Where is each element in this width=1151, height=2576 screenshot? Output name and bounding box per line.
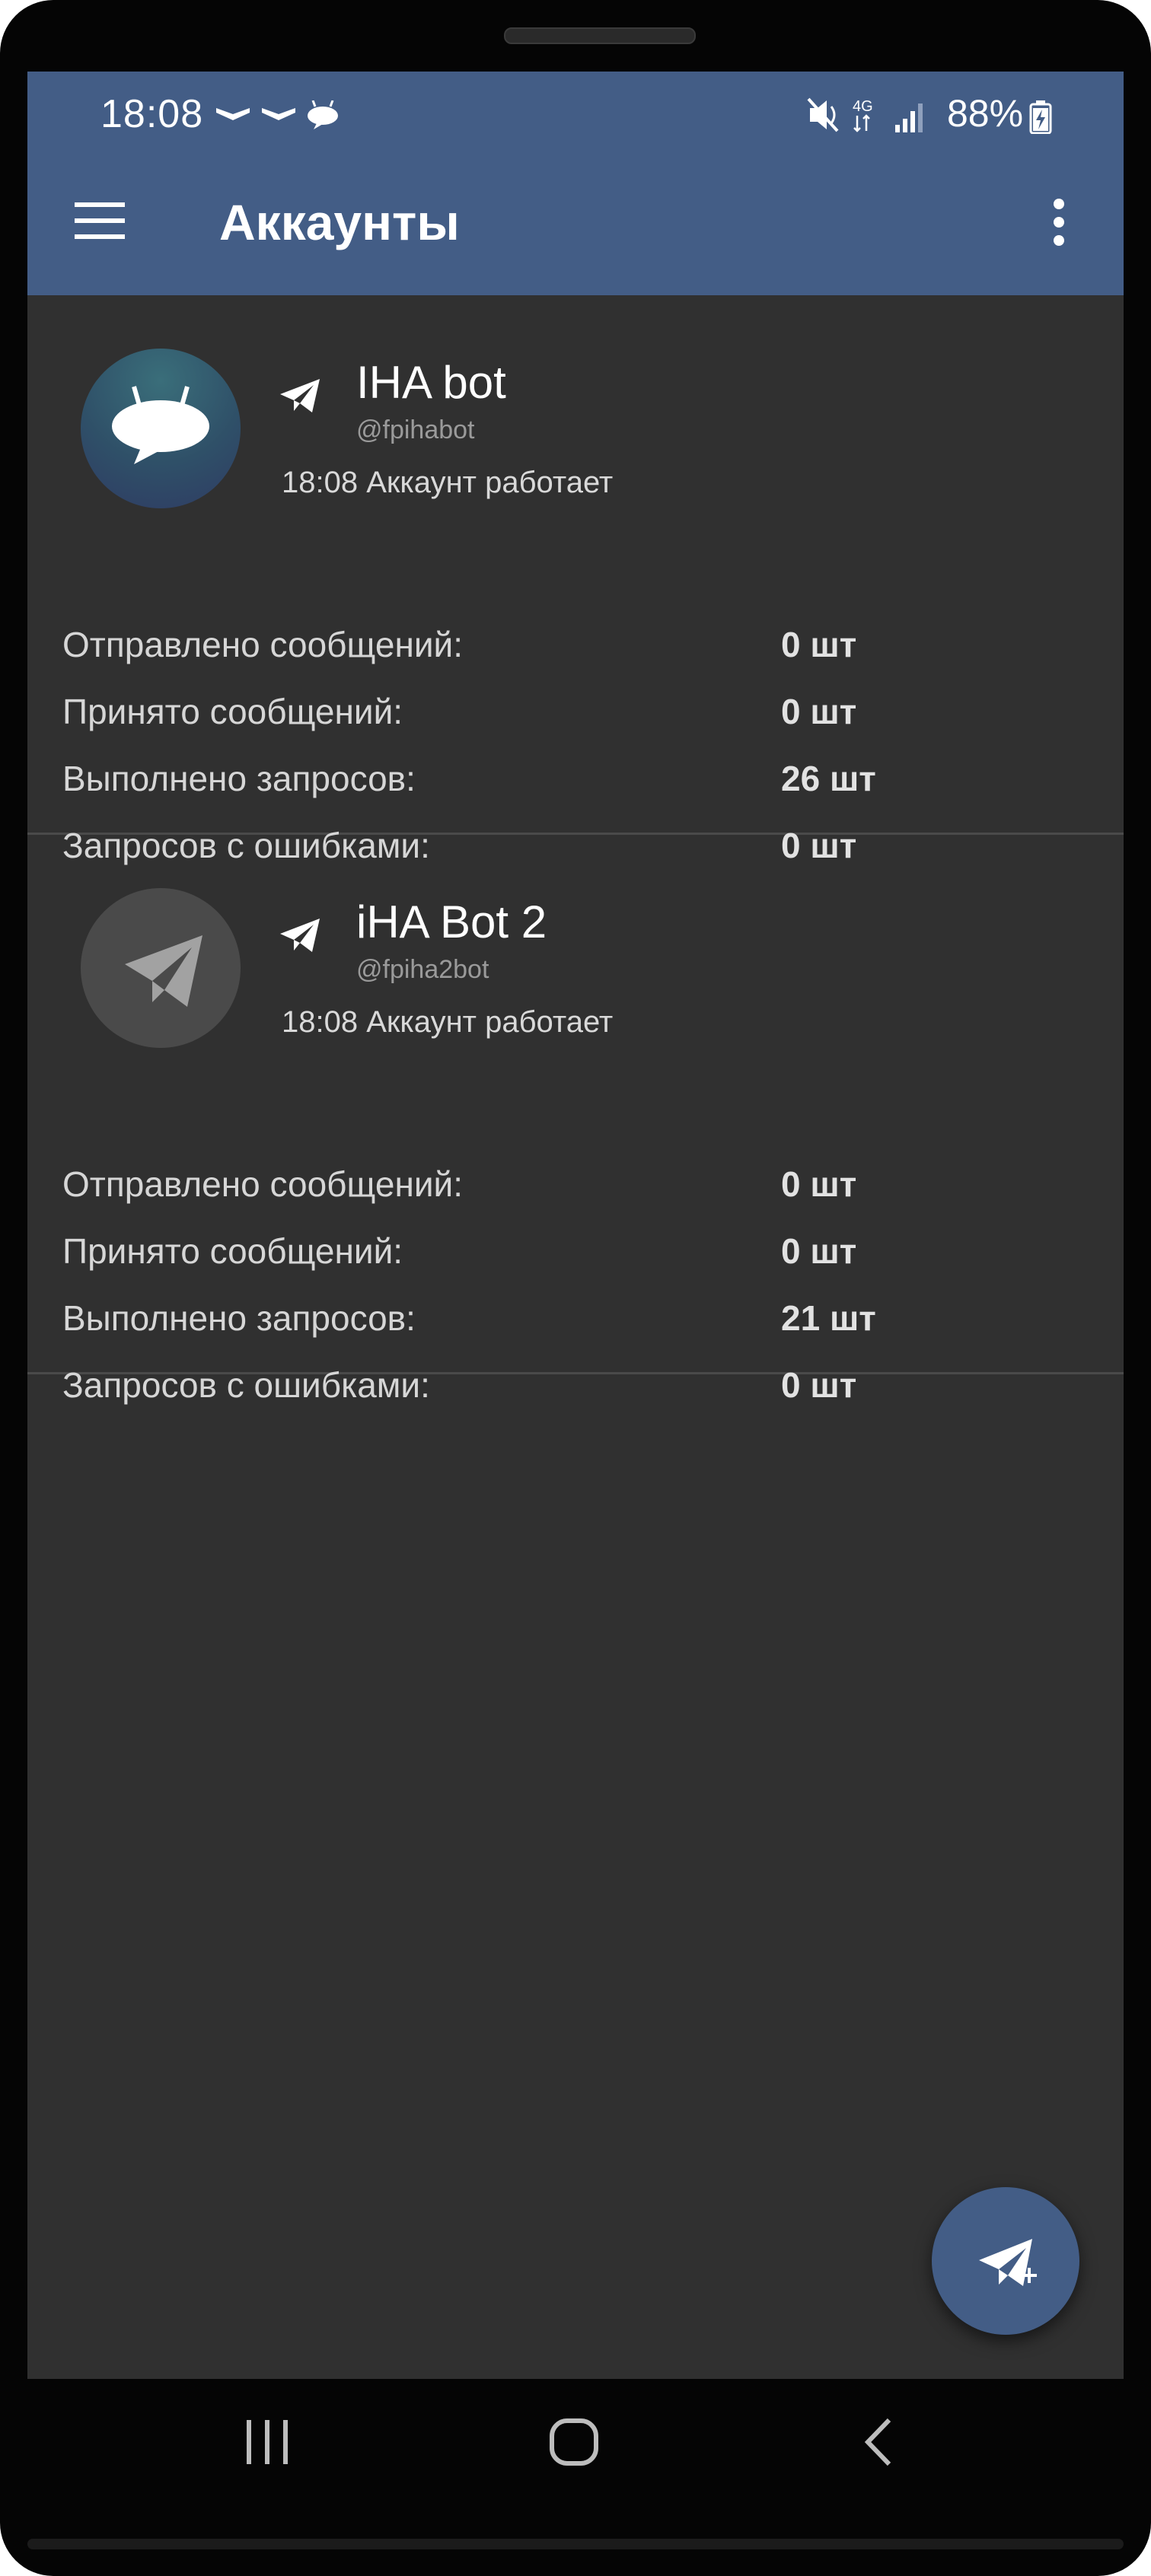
stat-received-label: Принято сообщений: <box>62 1231 403 1271</box>
recents-icon[interactable] <box>242 2417 292 2467</box>
signal-icon <box>895 103 923 132</box>
status-time: 18:08 <box>100 92 204 136</box>
device-bottom-edge <box>27 2539 1124 2549</box>
more-vert-icon[interactable] <box>1047 198 1070 247</box>
account-avatar <box>81 888 241 1048</box>
stat-received-label: Принято сообщений: <box>62 692 403 731</box>
stat-sent-label: Отправлено сообщений: <box>62 625 464 664</box>
stat-received-value: 0 шт <box>781 1231 857 1271</box>
account-card[interactable]: IHA bot @fpihabot 18:08 Аккаунт работает… <box>27 295 1124 865</box>
telegram-icon <box>280 919 320 952</box>
phone-frame: 18:08 4G 88% Аккаунты IHA bot @fpihabot … <box>0 0 1151 2576</box>
notification-icon <box>216 108 250 120</box>
stat-errors-value: 0 шт <box>781 1365 857 1405</box>
telegram-icon <box>280 379 320 412</box>
stat-requests-label: Выполнено запросов: <box>62 1298 416 1338</box>
screen: 18:08 4G 88% Аккаунты IHA bot @fpihabot … <box>27 72 1124 2379</box>
telegram-icon <box>125 935 202 1007</box>
system-nav-bar <box>0 2379 1151 2539</box>
account-status: 18:08 Аккаунт работает <box>282 1005 614 1039</box>
hamburger-menu-icon[interactable] <box>75 201 128 240</box>
speech-bubble-bot-icon <box>112 386 209 464</box>
app-bar: 18:08 4G 88% Аккаунты <box>27 72 1124 295</box>
account-name: IHA bot <box>356 357 506 408</box>
stat-received-value: 0 шт <box>781 692 857 731</box>
account-card[interactable]: iHA Bot 2 @fpiha2bot 18:08 Аккаунт работ… <box>27 835 1124 1405</box>
chat-bubble-icon <box>308 100 338 129</box>
account-handle: @fpihabot <box>356 416 475 444</box>
stat-requests-value: 21 шт <box>781 1298 876 1338</box>
account-name: iHA Bot 2 <box>356 896 547 947</box>
stat-sent-value: 0 шт <box>781 625 857 664</box>
svg-text:4G: 4G <box>853 98 873 115</box>
home-icon[interactable] <box>548 2417 601 2467</box>
stat-errors-label: Запросов с ошибками: <box>62 1365 430 1405</box>
network-4g-icon: 4G <box>853 98 873 132</box>
status-system-icons: 4G <box>807 97 923 132</box>
notification-icon <box>262 108 295 120</box>
account-status: 18:08 Аккаунт работает <box>282 466 614 499</box>
stat-requests-value: 26 шт <box>781 759 876 798</box>
back-icon[interactable] <box>860 2417 898 2467</box>
battery-percentage: 88% <box>947 92 1024 135</box>
account-avatar <box>81 349 241 508</box>
earpiece-speaker <box>504 27 696 44</box>
stat-requests-label: Выполнено запросов: <box>62 759 416 798</box>
battery-charging-icon <box>1029 100 1052 134</box>
page-title: Аккаунты <box>219 194 460 250</box>
mute-icon <box>807 97 839 132</box>
stat-sent-label: Отправлено сообщений: <box>62 1164 464 1204</box>
telegram-add-icon <box>979 2239 1037 2286</box>
add-account-button[interactable] <box>932 2187 1079 2335</box>
status-notification-icons <box>216 100 338 129</box>
account-handle: @fpiha2bot <box>356 955 489 984</box>
stat-sent-value: 0 шт <box>781 1164 857 1204</box>
